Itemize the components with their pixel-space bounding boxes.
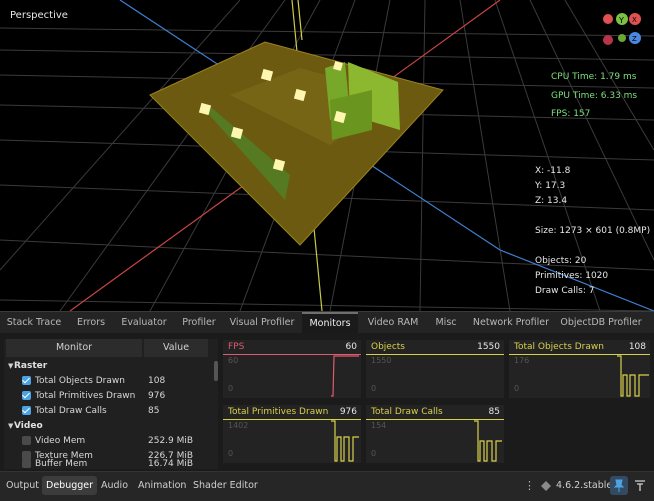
value-column-header[interactable]: Value (144, 339, 208, 357)
graph-total-primitives-drawn[interactable]: Total Primitives Drawn 976 1402 0 (223, 405, 361, 463)
group-video[interactable]: ▼ Video (4, 419, 209, 433)
3d-viewport[interactable]: Perspective Y X Z CPU Time: 1.79 ms GPU … (0, 0, 654, 311)
monitor-row[interactable]: Video Mem 252.9 MiB (4, 434, 209, 448)
checkbox[interactable] (22, 376, 31, 385)
cpu-time: CPU Time: 1.79 ms (551, 72, 637, 82)
svg-text:X: X (632, 16, 637, 24)
tab-stack-trace[interactable]: Stack Trace (2, 312, 66, 334)
gizmo-z-neg (603, 35, 613, 45)
tab-animation[interactable]: Animation (134, 476, 190, 495)
pos-x: X: -11.8 (535, 166, 571, 176)
pos-z: Z: 13.4 (535, 196, 568, 206)
graph-value: 1550 (477, 342, 500, 352)
collapse-panel-button[interactable] (632, 476, 648, 495)
graph-title: Objects (371, 342, 406, 352)
fps-stat: FPS: 157 (551, 109, 591, 119)
graph-line (474, 420, 502, 462)
tab-network-profiler[interactable]: Network Profiler (468, 312, 554, 334)
engine-version[interactable]: 4.6.2.stable (556, 476, 612, 495)
graph-total-draw-calls[interactable]: Total Draw Calls 85 154 0 (366, 405, 504, 463)
monitor-row[interactable]: Total Primitives Drawn 976 (4, 389, 209, 403)
chevron-down-icon: ▼ (8, 422, 14, 430)
graph-min: 0 (371, 384, 377, 393)
tab-evaluator[interactable]: Evaluator (116, 312, 172, 334)
graph-line (331, 420, 359, 462)
tab-video-ram[interactable]: Video RAM (362, 312, 424, 334)
gizmo-center (618, 34, 626, 42)
tab-shader-editor[interactable]: Shader Editor (189, 476, 262, 495)
gpu-time: GPU Time: 6.33 ms (551, 91, 638, 101)
monitors-panel: Monitor Value ▼ Raster Total Objects Dra… (0, 333, 654, 471)
debugger-tabs: Stack Trace Errors Evaluator Profiler Vi… (0, 311, 654, 334)
tab-audio[interactable]: Audio (97, 476, 132, 495)
draw-calls-count: Draw Calls: 7 (535, 286, 595, 296)
more-options-icon[interactable]: ⋮ (524, 476, 535, 495)
monitor-row[interactable]: Buffer Mem 16.74 MiB (4, 457, 209, 471)
tab-debugger[interactable]: Debugger (42, 476, 98, 495)
graph-fps[interactable]: FPS 60 60 0 (223, 340, 361, 398)
collapse-icon (635, 480, 645, 491)
tab-errors[interactable]: Errors (70, 312, 112, 334)
monitor-column-header[interactable]: Monitor (6, 339, 142, 357)
pos-y: Y: 17.3 (535, 181, 566, 191)
version-icon (541, 481, 551, 491)
gizmo-x-dot (603, 14, 613, 24)
monitor-row[interactable]: Total Draw Calls 85 (4, 404, 209, 418)
tab-output[interactable]: Output (2, 476, 43, 495)
monitor-tree[interactable]: Monitor Value ▼ Raster Total Objects Dra… (4, 339, 218, 469)
svg-text:Z: Z (632, 35, 637, 43)
tab-profiler[interactable]: Profiler (176, 312, 222, 334)
graph-line (331, 355, 359, 397)
checkbox[interactable] (22, 391, 31, 400)
tab-objectdb-profiler[interactable]: ObjectDB Profiler (558, 312, 644, 334)
monitor-row[interactable]: Total Objects Drawn 108 (4, 374, 209, 388)
bottom-panel-bar: Output Debugger Audio Animation Shader E… (0, 471, 654, 501)
objects-count: Objects: 20 (535, 256, 587, 266)
graph-total-objects-drawn[interactable]: Total Objects Drawn 108 176 0 (509, 340, 650, 398)
graph-line (617, 355, 649, 397)
primitives-count: Primitives: 1020 (535, 271, 609, 281)
pin-panel-button[interactable] (610, 476, 628, 495)
pin-icon (613, 479, 625, 492)
graph-objects[interactable]: Objects 1550 1550 0 (366, 340, 504, 398)
graph-max: 1550 (371, 356, 392, 365)
checkbox[interactable] (22, 459, 31, 468)
checkbox[interactable] (22, 436, 31, 445)
viewport-mode-menu[interactable]: Perspective (10, 10, 68, 21)
scrollbar[interactable] (214, 361, 218, 381)
group-raster[interactable]: ▼ Raster (4, 359, 209, 373)
chevron-down-icon: ▼ (8, 362, 14, 370)
tab-monitors[interactable]: Monitors (302, 312, 358, 334)
tab-misc[interactable]: Misc (428, 312, 464, 334)
tab-visual-profiler[interactable]: Visual Profiler (226, 312, 298, 334)
checkbox[interactable] (22, 406, 31, 415)
viewport-size: Size: 1273 × 601 (0.8MP) (535, 226, 651, 236)
svg-text:Y: Y (618, 16, 624, 25)
orientation-gizmo[interactable]: Y X Z (600, 10, 648, 54)
